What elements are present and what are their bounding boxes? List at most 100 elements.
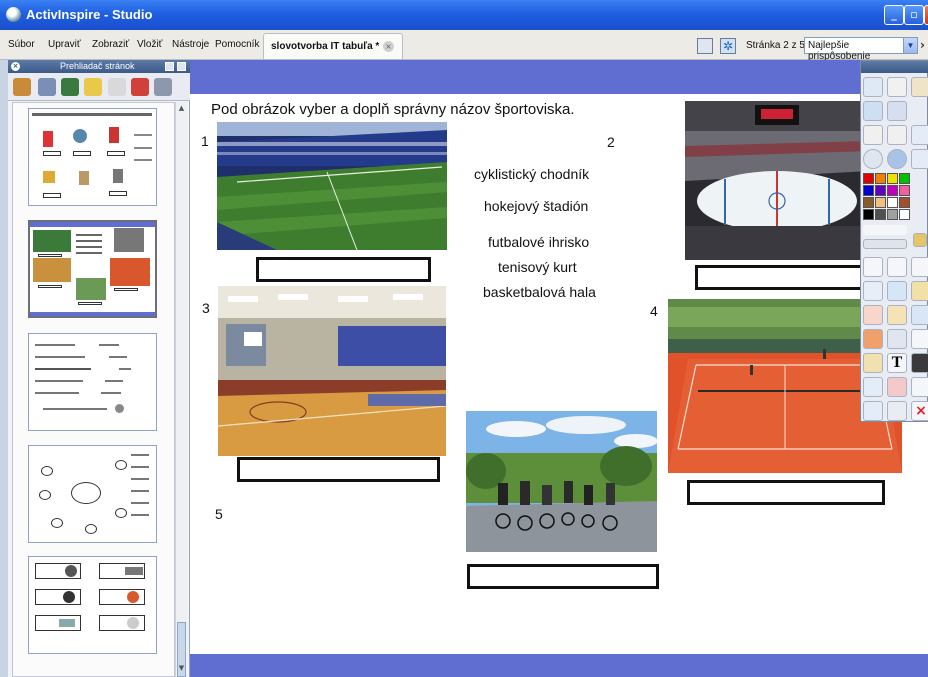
option-cycle-path[interactable]: cyklistický chodník [474, 166, 589, 182]
color-swatch[interactable] [863, 173, 874, 184]
cycling-road-image [466, 411, 657, 552]
close-browser-icon[interactable]: × [11, 62, 20, 71]
undo-icon[interactable] [863, 401, 883, 421]
page-icon[interactable] [697, 38, 713, 54]
pages-icon[interactable] [863, 101, 883, 121]
profile-icon[interactable] [887, 77, 907, 97]
menu-edit[interactable]: Upraviť [48, 39, 81, 50]
redo-icon[interactable] [887, 401, 907, 421]
user-icon[interactable] [911, 77, 928, 97]
snowflake-icon[interactable]: ✲ [720, 38, 736, 54]
page-thumbnail-4[interactable] [28, 445, 157, 543]
color-swatch[interactable] [899, 173, 910, 184]
color-swatch[interactable] [887, 173, 898, 184]
answer-box-5[interactable] [467, 564, 659, 589]
marquee-icon[interactable] [887, 257, 907, 277]
menu-insert[interactable]: Vložiť [137, 39, 162, 50]
tab-document[interactable]: slovotvorba IT tabuľa * × [263, 33, 403, 59]
option-football-pitch[interactable]: futbalové ihrisko [488, 234, 589, 250]
select-icon[interactable] [863, 257, 883, 277]
grid-icon[interactable] [913, 233, 927, 247]
chevron-down-icon[interactable]: ▼ [903, 38, 917, 53]
page-thumbnail-5[interactable] [28, 556, 157, 654]
connector-icon[interactable] [911, 305, 928, 325]
line-icon[interactable] [887, 329, 907, 349]
resource-browser-icon[interactable] [38, 78, 56, 96]
minimize-icon[interactable]: _ [884, 5, 904, 25]
property-browser-icon[interactable] [108, 78, 126, 96]
close-icon[interactable]: × [924, 5, 928, 25]
color-swatch[interactable] [899, 185, 910, 196]
next-page-icon[interactable] [887, 125, 907, 145]
color-swatch[interactable] [899, 209, 910, 220]
browser-pin-icon[interactable] [177, 62, 186, 71]
page-action-icon[interactable] [911, 377, 928, 397]
page-thumbnail-3[interactable] [28, 333, 157, 431]
answer-box-2[interactable] [695, 265, 863, 290]
undo-redo-icon[interactable] [887, 101, 907, 121]
menu-view[interactable]: Zobraziť [92, 39, 129, 50]
option-basketball-hall[interactable]: basketbalová hala [483, 284, 596, 300]
page-indicator: Stránka 2 z 5 [746, 40, 805, 51]
menu-file[interactable]: Súbor [8, 39, 35, 50]
page-browser-icon[interactable] [13, 78, 31, 96]
answer-box-4[interactable] [687, 480, 885, 505]
previous-page-icon[interactable] [863, 125, 883, 145]
width-slider[interactable] [863, 239, 907, 249]
answer-box-1[interactable] [256, 257, 431, 282]
copy-icon[interactable] [911, 329, 928, 349]
zoom-select[interactable]: Najlepšie prispôsobenie ▼ [804, 37, 918, 62]
flask-icon[interactable] [863, 377, 883, 397]
color-swatch[interactable] [875, 185, 886, 196]
option-tennis-court[interactable]: tenisový kurt [498, 259, 577, 275]
voting-browser-icon[interactable] [154, 78, 172, 96]
object-browser-icon[interactable] [61, 78, 79, 96]
option-ice-stadium[interactable]: hokejový štadión [484, 198, 588, 214]
color-swatch[interactable] [875, 197, 886, 208]
revealer-icon[interactable] [863, 353, 883, 373]
pen-icon[interactable] [863, 281, 883, 301]
menu-help[interactable]: Pomocník [215, 39, 259, 50]
color-swatch[interactable] [863, 197, 874, 208]
flipchart-canvas[interactable]: Pod obrázok vyber a doplň správny názov … [190, 60, 928, 677]
lock-icon[interactable] [911, 281, 928, 301]
pen-width-dots[interactable] [863, 225, 907, 235]
camera-icon[interactable] [911, 149, 928, 169]
notes-browser-icon[interactable] [84, 78, 102, 96]
save-icon[interactable] [911, 353, 928, 373]
shape-icon[interactable] [863, 329, 883, 349]
maximize-icon[interactable]: ▫ [904, 5, 924, 25]
globe-icon[interactable] [887, 149, 907, 169]
highlighter-icon[interactable] [887, 281, 907, 301]
page-thumbnail-2[interactable] [28, 220, 157, 318]
instruction-text: Pod obrázok vyber a doplň správny názov … [211, 101, 575, 118]
answer-box-3[interactable] [237, 457, 440, 482]
thumbnail-scrollbar[interactable]: ▲ ▼ [175, 102, 187, 677]
chevron-right-icon[interactable]: › [920, 38, 925, 52]
color-swatch[interactable] [887, 197, 898, 208]
color-swatch[interactable] [887, 209, 898, 220]
menu-tools[interactable]: Nástroje [172, 39, 209, 50]
refresh-icon[interactable] [887, 377, 907, 397]
text-icon[interactable]: T [887, 353, 907, 373]
page-browser-header: × Prehliadač stránok [8, 60, 190, 73]
color-swatch[interactable] [875, 209, 886, 220]
scroll-down-icon[interactable]: ▼ [177, 664, 186, 674]
color-swatch[interactable] [863, 185, 874, 196]
color-swatch[interactable] [899, 197, 910, 208]
delete-icon[interactable]: × [911, 401, 928, 421]
close-tab-icon[interactable]: × [383, 41, 394, 52]
action-browser-icon[interactable] [131, 78, 149, 96]
page-thumbnail-1[interactable] [28, 108, 157, 206]
more-tools-icon[interactable] [911, 257, 928, 277]
record-icon[interactable] [863, 149, 883, 169]
eraser-icon[interactable] [863, 305, 883, 325]
main-menu-icon[interactable] [863, 77, 883, 97]
browser-menu-icon[interactable] [165, 62, 174, 71]
scroll-up-icon[interactable]: ▲ [177, 104, 186, 114]
zoom-icon[interactable] [911, 125, 928, 145]
fill-icon[interactable] [887, 305, 907, 325]
color-swatch[interactable] [875, 173, 886, 184]
color-swatch[interactable] [887, 185, 898, 196]
color-swatch[interactable] [863, 209, 874, 220]
